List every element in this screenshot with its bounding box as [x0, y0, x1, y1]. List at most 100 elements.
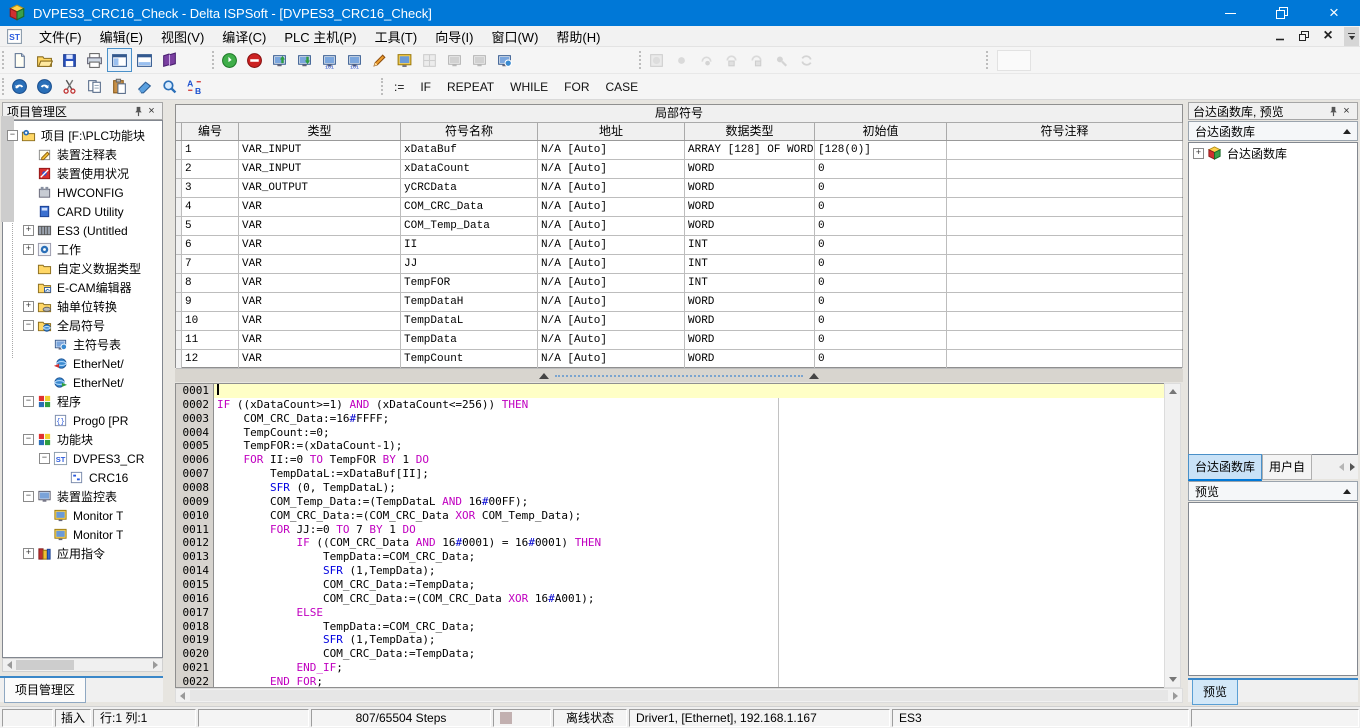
table-cell[interactable]: TempDataH — [401, 293, 538, 311]
code-line[interactable]: TempCount:=0; — [214, 426, 1164, 440]
table-row[interactable]: 4VARCOM_CRC_DataN/A [Auto]WORD0 — [176, 198, 1182, 217]
table-cell[interactable]: VAR_INPUT — [239, 141, 401, 159]
code-area[interactable]: IF ((xDataCount>=1) AND (xDataCount<=256… — [214, 384, 1164, 687]
editor-hscrollbar-thumb[interactable] — [190, 690, 1168, 701]
collapse-icon[interactable]: − — [39, 453, 50, 464]
tree-item[interactable]: +应用指令 — [3, 544, 162, 563]
table-cell[interactable]: VAR — [239, 350, 401, 368]
table-cell[interactable]: INT — [685, 236, 815, 254]
st-keyword-button[interactable]: FOR — [556, 78, 597, 96]
collapse-icon[interactable]: − — [23, 434, 34, 445]
code-line[interactable]: END_FOR; — [214, 675, 1164, 687]
table-cell[interactable]: N/A [Auto] — [538, 350, 685, 368]
code-line[interactable]: END_IF; — [214, 661, 1164, 675]
table-cell[interactable]: WORD — [685, 179, 815, 197]
menu-item[interactable]: 帮助(H) — [547, 25, 609, 48]
code-line[interactable]: TempFOR:=(xDataCount-1); — [214, 439, 1164, 453]
tree-item[interactable]: HWCONFIG — [3, 183, 162, 202]
column-header[interactable]: 类型 — [239, 123, 401, 140]
table-cell[interactable]: 0 — [815, 236, 947, 254]
table-row[interactable]: 12VARTempCountN/A [Auto]WORD0 — [176, 350, 1182, 369]
table-cell[interactable] — [947, 293, 1183, 311]
table-cell[interactable]: 4 — [182, 198, 239, 216]
table-cell[interactable]: VAR — [239, 274, 401, 292]
tree-item[interactable]: CARD Utility — [3, 202, 162, 221]
pin-icon[interactable] — [1327, 105, 1340, 118]
table-row[interactable]: 9VARTempDataHN/A [Auto]WORD0 — [176, 293, 1182, 312]
menu-item[interactable]: 视图(V) — [152, 25, 213, 48]
table-cell[interactable]: VAR — [239, 312, 401, 330]
st-keyword-button[interactable]: REPEAT — [439, 78, 502, 96]
code-line[interactable]: COM_Temp_Data:=(TempDataL AND 16#00FF); — [214, 495, 1164, 509]
table-cell[interactable]: N/A [Auto] — [538, 179, 685, 197]
table-row[interactable]: 1VAR_INPUTxDataBufN/A [Auto]ARRAY [128] … — [176, 141, 1182, 160]
cam-gear-icon[interactable] — [644, 48, 669, 72]
run-green-ball-icon[interactable] — [217, 48, 242, 72]
monitor-yellow-icon[interactable] — [392, 48, 417, 72]
magnifier-icon[interactable] — [157, 75, 182, 99]
table-cell[interactable]: xDataBuf — [401, 141, 538, 159]
menu-item[interactable]: 向导(I) — [426, 25, 482, 48]
menu-item[interactable]: 编辑(E) — [91, 25, 152, 48]
paste-clipboard-icon[interactable] — [107, 75, 132, 99]
open-folder-icon[interactable] — [32, 48, 57, 72]
minimize-button[interactable] — [1204, 0, 1256, 26]
table-cell[interactable]: N/A [Auto] — [538, 274, 685, 292]
expand-icon[interactable]: + — [23, 548, 34, 559]
table-cell[interactable] — [947, 141, 1183, 159]
st-keyword-button[interactable]: IF — [412, 78, 439, 96]
column-header[interactable]: 符号名称 — [401, 123, 538, 140]
monitor-down-arrow-icon[interactable] — [292, 48, 317, 72]
table-cell[interactable]: 2 — [182, 160, 239, 178]
table-cell[interactable]: TempDataL — [401, 312, 538, 330]
menu-item[interactable]: 编译(C) — [213, 25, 275, 48]
table-cell[interactable]: 0 — [815, 331, 947, 349]
tree-item[interactable]: −功能块 — [3, 430, 162, 449]
menu-item[interactable]: 工具(T) — [366, 25, 427, 48]
code-line[interactable]: FOR JJ:=0 TO 7 BY 1 DO — [214, 523, 1164, 537]
table-cell[interactable]: WORD — [685, 293, 815, 311]
menu-item[interactable]: PLC 主机(P) — [275, 25, 365, 48]
tree-item[interactable]: EtherNet/ — [3, 354, 162, 373]
table-cell[interactable]: N/A [Auto] — [538, 198, 685, 216]
table-cell[interactable] — [947, 255, 1183, 273]
table-cell[interactable]: 0 — [815, 198, 947, 216]
window-layout-bottom-icon[interactable] — [132, 48, 157, 72]
key-dot-icon[interactable] — [769, 48, 794, 72]
st-code-editor[interactable]: 0001000200030004000500060007000800090010… — [175, 383, 1164, 688]
table-cell[interactable]: VAR_OUTPUT — [239, 179, 401, 197]
column-header[interactable]: 编号 — [182, 123, 239, 140]
table-cell[interactable]: VAR — [239, 236, 401, 254]
table-cell[interactable]: WORD — [685, 217, 815, 235]
doc-close-button[interactable]: × — [1316, 26, 1340, 46]
expand-icon[interactable]: + — [1193, 148, 1204, 159]
new-document-icon[interactable] — [7, 48, 32, 72]
table-cell[interactable]: INT — [685, 274, 815, 292]
table-cell[interactable]: N/A [Auto] — [538, 293, 685, 311]
scroll-left-icon[interactable] — [3, 659, 16, 671]
scrollbar-thumb[interactable] — [16, 660, 74, 670]
table-cell[interactable]: WORD — [685, 350, 815, 368]
table-cell[interactable]: N/A [Auto] — [538, 217, 685, 235]
collapse-icon[interactable]: − — [7, 130, 18, 141]
table-cell[interactable]: 0 — [815, 293, 947, 311]
code-line[interactable]: TempDataL:=xDataBuf[II]; — [214, 467, 1164, 481]
eraser-icon[interactable] — [132, 75, 157, 99]
tree-item[interactable]: −全局符号 — [3, 316, 162, 335]
table-row[interactable]: 11VARTempDataN/A [Auto]WORD0 — [176, 331, 1182, 350]
tree-item[interactable]: CRC16 — [3, 468, 162, 487]
code-line[interactable]: TempData:=COM_CRC_Data; — [214, 550, 1164, 564]
table-editor-splitter[interactable] — [175, 369, 1183, 382]
toolbar-overflow-button[interactable] — [1344, 27, 1359, 46]
restore-button[interactable] — [1256, 0, 1308, 26]
monitor-101-icon[interactable]: 101 — [342, 48, 367, 72]
table-row[interactable]: 8VARTempFORN/A [Auto]INT0 — [176, 274, 1182, 293]
doc-minimize-button[interactable] — [1268, 26, 1292, 46]
tree-item[interactable]: 装置注释表 — [3, 145, 162, 164]
table-cell[interactable]: 0 — [815, 179, 947, 197]
collapse-icon[interactable]: − — [23, 491, 34, 502]
panel-close-icon[interactable]: × — [145, 105, 158, 118]
code-line[interactable]: COM_CRC_Data:=(COM_CRC_Data XOR 16#A001)… — [214, 592, 1164, 606]
monitor-globe-icon[interactable] — [492, 48, 517, 72]
table-cell[interactable]: 7 — [182, 255, 239, 273]
